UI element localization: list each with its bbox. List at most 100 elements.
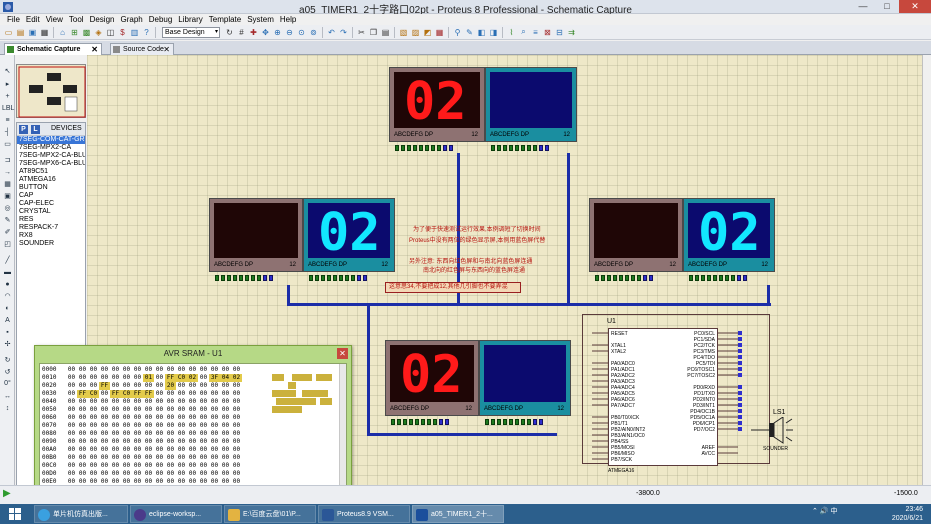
seg-display-north-red[interactable]: 02 ABCDEFG DP 12 [389, 67, 485, 142]
sram-byte[interactable]: 00 [176, 446, 187, 454]
menu-template[interactable]: Template [206, 14, 244, 25]
sram-byte[interactable]: 00 [154, 446, 165, 454]
sram-byte[interactable]: 00 [77, 414, 88, 422]
sram-byte[interactable]: 00 [99, 430, 110, 438]
sram-byte[interactable]: 00 [154, 374, 165, 382]
menu-tool[interactable]: Tool [66, 14, 87, 25]
sram-byte[interactable]: 00 [110, 446, 121, 454]
sram-byte[interactable]: 00 [121, 366, 132, 374]
sram-byte[interactable]: 00 [154, 414, 165, 422]
sram-byte[interactable]: FF [99, 382, 110, 390]
sram-byte[interactable]: 00 [231, 398, 242, 406]
sram-byte[interactable]: 00 [132, 422, 143, 430]
sram-byte[interactable]: 00 [187, 398, 198, 406]
sram-byte[interactable]: 00 [77, 366, 88, 374]
sram-byte[interactable]: 00 [143, 422, 154, 430]
sram-byte[interactable]: 00 [77, 422, 88, 430]
sram-byte[interactable]: 00 [187, 470, 198, 478]
sram-byte[interactable]: 00 [143, 438, 154, 446]
sram-byte[interactable]: 00 [110, 462, 121, 470]
sram-byte[interactable]: 01 [143, 374, 154, 382]
sram-byte[interactable]: FF [132, 390, 143, 398]
sram-byte[interactable]: 00 [88, 382, 99, 390]
sram-byte[interactable]: 00 [165, 398, 176, 406]
sram-byte[interactable]: 00 [187, 430, 198, 438]
close-button[interactable]: ✕ [899, 0, 931, 13]
library-manager-button[interactable]: L [31, 125, 40, 134]
sram-byte[interactable]: 3F [209, 374, 220, 382]
sram-byte[interactable]: 00 [187, 438, 198, 446]
sram-byte[interactable]: 00 [209, 462, 220, 470]
sram-byte[interactable]: FF [143, 390, 154, 398]
sram-close-button[interactable]: ✕ [337, 348, 348, 359]
taskbar-item-proteus[interactable]: a05_TIMER1_2十... [412, 505, 504, 523]
mirror-x-icon[interactable]: ↔ [2, 392, 13, 401]
packaging-icon[interactable]: ◧ [476, 27, 487, 38]
menu-system[interactable]: System [244, 14, 277, 25]
menu-view[interactable]: View [43, 14, 66, 25]
copy-icon[interactable]: ❐ [368, 27, 379, 38]
sram-byte[interactable]: 00 [209, 446, 220, 454]
sram-byte[interactable]: 00 [143, 406, 154, 414]
sram-byte[interactable]: 00 [121, 438, 132, 446]
line-icon[interactable]: ╱ [2, 256, 13, 265]
sram-byte[interactable]: 00 [154, 454, 165, 462]
sram-byte[interactable]: 00 [187, 414, 198, 422]
wire-label-icon[interactable]: LBL [2, 104, 14, 113]
sram-byte[interactable]: 00 [66, 366, 77, 374]
sram-byte[interactable]: 20 [165, 382, 176, 390]
sram-byte[interactable]: 00 [99, 366, 110, 374]
sram-byte[interactable]: 00 [66, 422, 77, 430]
menu-debug[interactable]: Debug [146, 14, 176, 25]
sram-byte[interactable]: 00 [176, 366, 187, 374]
sram-byte[interactable]: 00 [121, 414, 132, 422]
sram-byte[interactable]: 00 [176, 390, 187, 398]
sram-byte[interactable]: 00 [99, 422, 110, 430]
junction-dot-icon[interactable]: + [2, 92, 13, 101]
search-icon[interactable]: ⌕ [518, 27, 529, 38]
sram-byte[interactable]: 00 [198, 470, 209, 478]
sram-byte[interactable]: C0 [176, 374, 187, 382]
menu-file[interactable]: File [4, 14, 23, 25]
sram-byte[interactable]: 00 [187, 406, 198, 414]
sram-byte[interactable]: 00 [110, 374, 121, 382]
sram-byte[interactable]: 00 [165, 414, 176, 422]
undo-icon[interactable]: ↶ [326, 27, 337, 38]
play-icon[interactable]: ▶ [3, 489, 12, 499]
redo-icon[interactable]: ↷ [338, 27, 349, 38]
sram-byte[interactable]: 00 [110, 470, 121, 478]
electrical-rule-check-icon[interactable]: ⊟ [554, 27, 565, 38]
sram-byte[interactable]: 00 [176, 462, 187, 470]
sounder-icon[interactable] [751, 417, 795, 445]
sram-byte[interactable]: 00 [165, 430, 176, 438]
sram-byte[interactable]: 00 [77, 430, 88, 438]
sram-byte[interactable]: 00 [77, 438, 88, 446]
sram-scrollbar[interactable] [339, 364, 346, 501]
sram-byte[interactable]: 00 [154, 422, 165, 430]
terminals-icon[interactable]: ⊐ [2, 156, 13, 165]
menu-library[interactable]: Library [175, 14, 205, 25]
taskbar-item-explorer[interactable]: E:\百度云盘\01\P... [224, 505, 316, 523]
rotate-anticlockwise-icon[interactable]: ↺ [2, 368, 13, 377]
sram-byte[interactable]: 00 [121, 374, 132, 382]
close-project-icon[interactable]: ▦ [39, 27, 50, 38]
sram-byte[interactable]: 00 [99, 390, 110, 398]
sram-byte[interactable]: 00 [220, 390, 231, 398]
sram-byte[interactable]: 00 [187, 446, 198, 454]
menu-graph[interactable]: Graph [117, 14, 145, 25]
start-button[interactable] [0, 504, 30, 524]
sram-byte[interactable]: 00 [132, 374, 143, 382]
seg-display-north-blue[interactable]: ABCDEFG DP 12 [485, 67, 577, 142]
avr-sram-window[interactable]: AVR SRAM - U1 ✕ 0000 00 00 00 00 00 00 00 00 00 00… [34, 345, 352, 504]
sram-byte[interactable]: 00 [154, 406, 165, 414]
minimize-button[interactable]: — [851, 0, 875, 13]
sram-byte[interactable]: 00 [143, 366, 154, 374]
text-script-icon[interactable]: ≡ [2, 116, 13, 125]
zoom-out-icon[interactable]: ⊖ [284, 27, 295, 38]
sram-byte[interactable]: 00 [88, 366, 99, 374]
zoom-all-icon[interactable]: ⊙ [296, 27, 307, 38]
seg-display-south-red[interactable]: 02 ABCDEFG DP 12 [385, 340, 479, 416]
sram-byte[interactable]: 00 [209, 382, 220, 390]
sram-byte[interactable]: 00 [154, 366, 165, 374]
sram-byte[interactable]: 00 [176, 382, 187, 390]
